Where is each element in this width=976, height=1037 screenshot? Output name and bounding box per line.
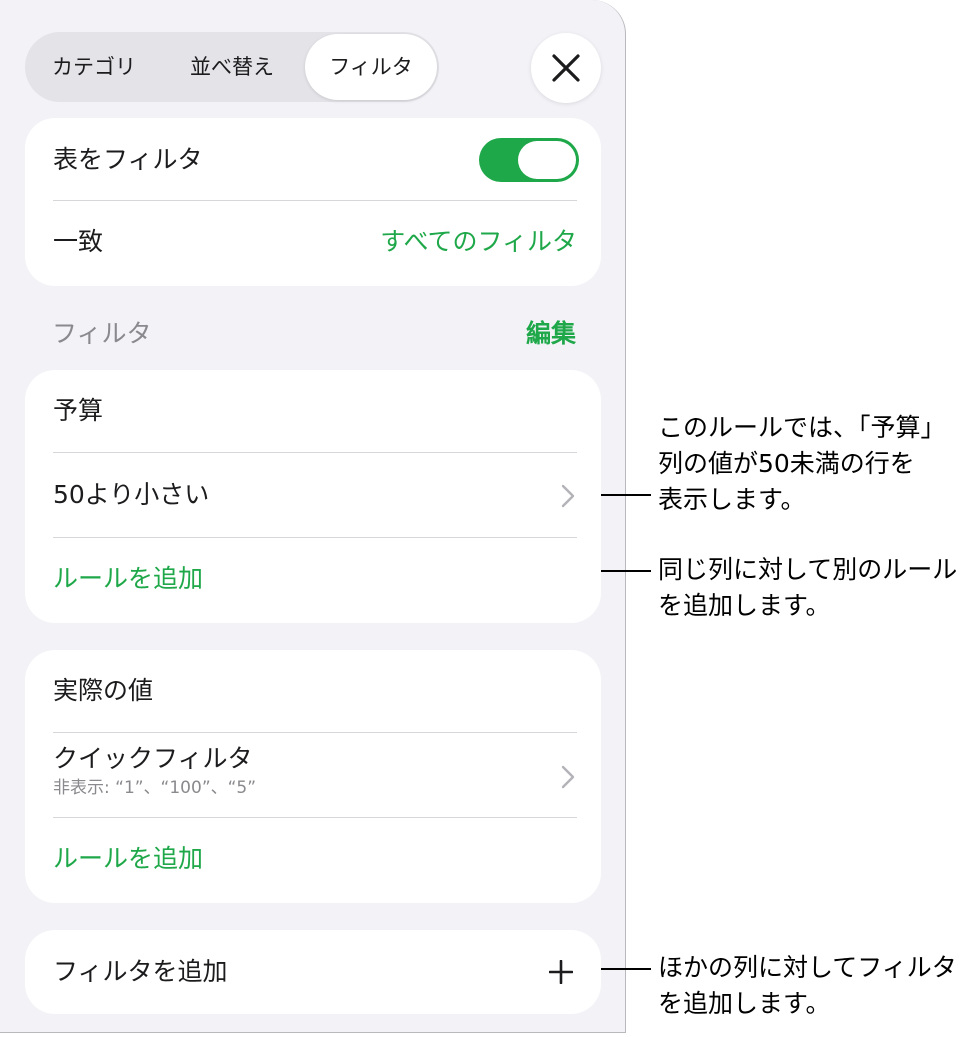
filters-section-title: フィルタ [52, 319, 152, 348]
divider [53, 452, 577, 453]
tab-sort[interactable]: 並べ替え [163, 32, 301, 102]
match-value[interactable]: すべてのフィルタ [380, 224, 577, 260]
callout-line: を追加します。 [658, 591, 831, 620]
callout-line: ほかの列に対してフィルタ [658, 953, 957, 982]
callout-line: を追加します。 [658, 989, 831, 1018]
options-segmented-control: カテゴリ 並べ替え フィルタ [25, 32, 439, 102]
callout-leader [601, 968, 651, 970]
add-rule-button[interactable]: ルールを追加 [53, 560, 577, 598]
add-filter-card[interactable]: フィルタを追加 [25, 930, 601, 1014]
quick-filter-row[interactable]: クイックフィルタ 非表示: “1”、“100”、“5” [53, 742, 577, 810]
filter-table-toggle[interactable] [479, 138, 579, 182]
quick-filter-detail: 非表示: “1”、“100”、“5” [53, 778, 257, 798]
match-row[interactable]: 一致 すべてのフィルタ [53, 224, 577, 260]
filter-options-panel: カテゴリ 並べ替え フィルタ 表をフィルタ 一致 すべてのフィルタ フィルタ 編… [0, 0, 626, 1033]
add-rule-button[interactable]: ルールを追加 [53, 840, 577, 878]
callout-line: 列の値が50未満の行を [658, 449, 915, 478]
tab-filter[interactable]: フィルタ [305, 34, 437, 100]
quick-filter-label: クイックフィルタ [53, 744, 253, 773]
filter-column-name: 予算 [53, 396, 104, 425]
toggle-knob [518, 141, 576, 179]
edit-button[interactable]: 編集 [526, 314, 576, 354]
filter-group-actual: 実際の値 クイックフィルタ 非表示: “1”、“100”、“5” ルールを追加 [25, 650, 601, 903]
add-filter-label: フィルタを追加 [53, 957, 228, 986]
divider [53, 200, 577, 201]
filter-group-budget: 予算 50より小さい ルールを追加 [25, 370, 601, 623]
callout-rule-info: このルールでは、「予算」 列の値が50未満の行を 表示します。 [658, 410, 946, 518]
callout-line: このルールでは、「予算」 [658, 413, 946, 442]
filters-section-header: フィルタ 編集 [52, 314, 576, 354]
chevron-right-icon [561, 484, 575, 508]
divider [53, 732, 577, 733]
callout-line: 同じ列に対して別のルール [658, 555, 958, 584]
filter-column-name: 実際の値 [53, 676, 154, 705]
tab-category[interactable]: カテゴリ [25, 32, 163, 102]
filter-rule-label: 50より小さい [53, 480, 210, 509]
close-button[interactable] [531, 33, 601, 103]
plus-icon[interactable] [549, 960, 573, 984]
callout-line: 表示します。 [658, 485, 806, 514]
divider [53, 817, 577, 818]
callout-add-rule-info: 同じ列に対して別のルール を追加します。 [658, 552, 957, 624]
callout-leader [601, 570, 651, 572]
filter-rule-row[interactable]: 50より小さい [53, 476, 577, 514]
callout-add-filter-info: ほかの列に対してフィルタ を追加します。 [658, 950, 957, 1022]
callout-leader [601, 494, 651, 496]
divider [53, 537, 577, 538]
close-icon [552, 54, 580, 82]
chevron-right-icon [561, 765, 575, 789]
filter-table-card: 表をフィルタ 一致 すべてのフィルタ [25, 118, 601, 286]
match-label: 一致 [53, 227, 104, 256]
